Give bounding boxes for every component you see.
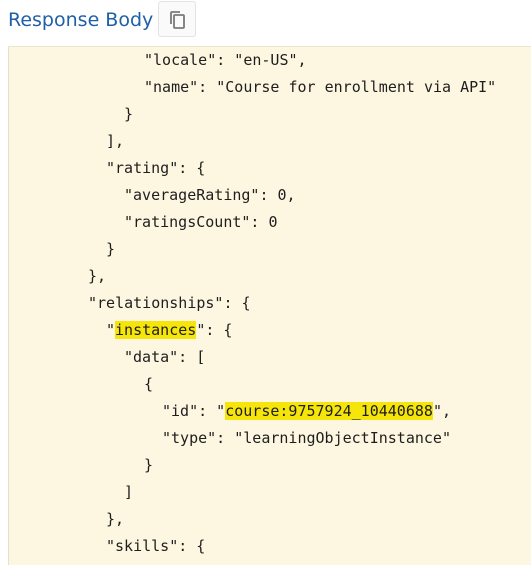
- code-line: "relationships": {: [88, 290, 251, 317]
- code-line: },: [88, 263, 106, 290]
- code-text: "data": [: [124, 348, 206, 366]
- code-line: "id": "course:9757924_10440688",: [162, 398, 451, 425]
- code-text: "averageRating": 0,: [124, 186, 296, 204]
- code-line: "skills": {: [106, 533, 205, 560]
- code-line: "rating": {: [106, 155, 205, 182]
- code-text: ": [106, 321, 116, 339]
- code-text: }: [124, 105, 134, 123]
- code-line: "instances": {: [106, 317, 232, 344]
- code-text: },: [88, 267, 107, 285]
- code-line: {: [144, 371, 153, 398]
- code-line: "ratingsCount": 0: [124, 209, 278, 236]
- code-text: "rating": {: [106, 159, 206, 177]
- code-text: }: [106, 240, 116, 258]
- code-text: "relationships": {: [88, 294, 251, 312]
- code-text: "ratingsCount": 0: [124, 213, 278, 231]
- highlighted-text: instances: [115, 321, 197, 339]
- code-line: "averageRating": 0,: [124, 182, 296, 209]
- code-line: "locale": "en-US",: [144, 47, 307, 74]
- code-line: ]: [124, 479, 133, 506]
- code-text: "id": ": [162, 402, 226, 420]
- code-text: ": {: [196, 321, 233, 339]
- copy-button[interactable]: [158, 1, 196, 37]
- code-line: }: [144, 452, 153, 479]
- response-body-header: Response Body: [0, 0, 531, 46]
- code-line: ],: [106, 128, 124, 155]
- code-text: },: [106, 510, 125, 528]
- code-text: "locale": "en-US",: [144, 51, 307, 69]
- code-text: "skills": {: [106, 537, 206, 555]
- code-text: ],: [106, 132, 125, 150]
- response-body-content[interactable]: "locale": "en-US", "name": "Course for en…: [8, 46, 531, 565]
- code-text: "name": "Course for enrollment via API": [144, 78, 497, 96]
- response-body-title: Response Body: [8, 9, 154, 31]
- code-text: "type": "learningObjectInstance": [162, 429, 451, 447]
- code-line: }: [124, 101, 133, 128]
- code-text: ",: [432, 402, 451, 420]
- code-line: "name": "Course for enrollment via API": [144, 74, 496, 101]
- code-line: },: [106, 506, 124, 533]
- response-body-section: Response Body "locale": "en-US", "name": …: [0, 0, 531, 565]
- code-line: "type": "learningObjectInstance": [162, 425, 451, 452]
- code-text: ]: [124, 483, 134, 501]
- highlighted-text: course:9757924_10440688: [225, 402, 433, 420]
- code-line: "data": [: [124, 344, 205, 371]
- code-text: {: [144, 375, 154, 393]
- code-line: }: [106, 236, 115, 263]
- code-text: }: [144, 456, 154, 474]
